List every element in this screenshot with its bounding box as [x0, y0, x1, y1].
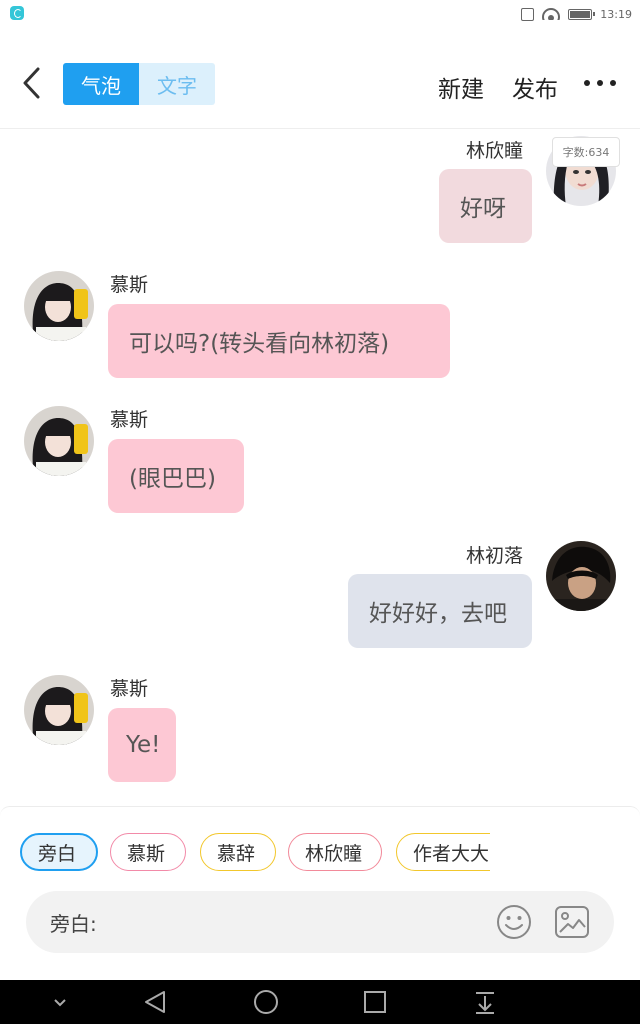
publish-button[interactable]: 发布 — [512, 70, 558, 104]
sender-name: 林初落 — [466, 545, 524, 567]
download-icon[interactable] — [469, 986, 501, 1018]
message-bubble[interactable]: 好呀 — [439, 169, 532, 243]
app-notification-icon — [10, 6, 24, 20]
vibrate-icon — [521, 7, 535, 21]
role-chip-author[interactable]: 作者大大 — [396, 833, 490, 871]
message-bubble[interactable]: Ye! — [108, 708, 176, 782]
smiley-icon[interactable] — [496, 904, 532, 940]
top-toolbar: 气泡 文字 新建 发布 — [0, 30, 640, 129]
more-button[interactable] — [584, 68, 616, 98]
tab-text[interactable]: 文字 — [139, 63, 215, 105]
mode-toggle: 气泡 文字 — [63, 63, 215, 105]
message-bubble[interactable]: 好好好，去吧 — [348, 574, 532, 648]
sender-name: 林欣瞳 — [466, 140, 524, 162]
more-dots-icon — [584, 80, 590, 86]
image-icon[interactable] — [554, 904, 590, 940]
message-input[interactable]: 旁白: — [26, 891, 614, 953]
role-chip-musi[interactable]: 慕斯 — [110, 833, 186, 871]
back-triangle-icon[interactable] — [140, 986, 172, 1018]
message-bubble[interactable]: (眼巴巴) — [108, 439, 244, 513]
recents-square-icon[interactable] — [359, 986, 391, 1018]
input-role-label: 旁白: — [50, 912, 97, 936]
avatar[interactable] — [24, 271, 94, 341]
back-button[interactable] — [16, 62, 50, 104]
role-selector: 旁白 慕斯 慕辞 林欣瞳 作者大大 — [20, 833, 490, 873]
tab-bubble[interactable]: 气泡 — [63, 63, 139, 105]
chevron-left-icon — [23, 67, 40, 99]
role-chip-narrator[interactable]: 旁白 — [20, 833, 98, 871]
status-indicators: 13:19 — [521, 4, 632, 24]
battery-icon — [568, 8, 596, 20]
chevron-down-icon[interactable] — [44, 986, 76, 1018]
avatar[interactable] — [24, 675, 94, 745]
status-bar: 13:19 — [0, 0, 640, 30]
word-count-badge: 字数:634 — [552, 137, 620, 167]
new-button[interactable]: 新建 — [438, 70, 484, 104]
home-circle-icon[interactable] — [250, 986, 282, 1018]
message-bubble[interactable]: 可以吗?(转头看向林初落) — [108, 304, 450, 378]
role-chip-muci[interactable]: 慕辞 — [200, 833, 276, 871]
role-chip-linxintong[interactable]: 林欣瞳 — [288, 833, 382, 871]
sender-name: 慕斯 — [110, 274, 149, 296]
sender-name: 慕斯 — [110, 409, 149, 431]
avatar[interactable] — [546, 541, 616, 611]
sender-name: 慕斯 — [110, 678, 149, 700]
composer-panel: 旁白 慕斯 慕辞 林欣瞳 作者大大 旁白: — [0, 806, 640, 981]
status-time: 13:19 — [600, 7, 632, 21]
wifi-icon — [542, 8, 561, 20]
avatar[interactable] — [24, 406, 94, 476]
system-nav-bar — [0, 980, 640, 1024]
